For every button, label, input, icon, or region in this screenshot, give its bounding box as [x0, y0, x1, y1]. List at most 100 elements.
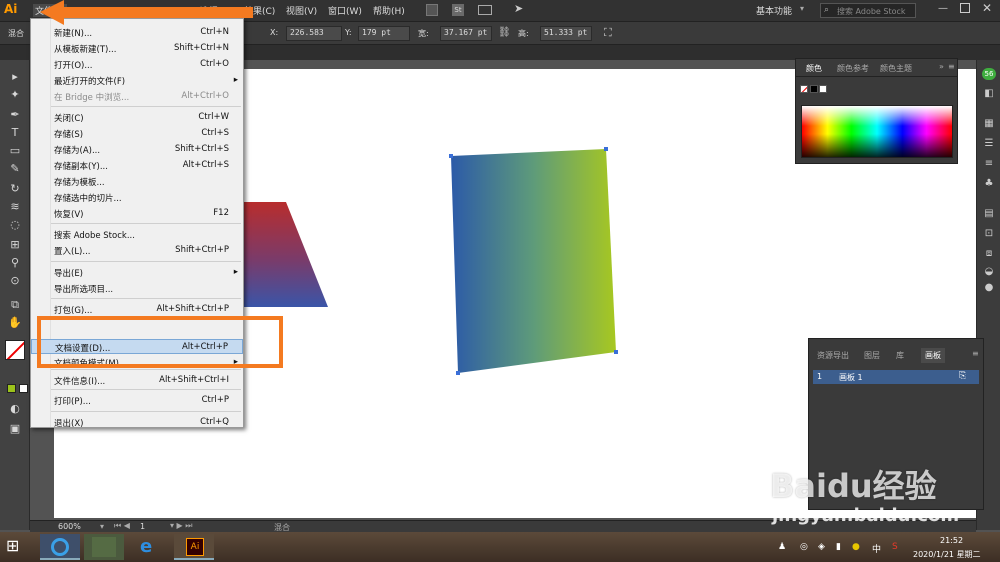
pathfinder-icon[interactable]: ⧈	[982, 248, 996, 260]
width-field[interactable]: 37.167 pt	[440, 26, 492, 41]
graphic-styles-icon[interactable]: ◒	[982, 266, 996, 278]
taskbar-photo-app[interactable]	[84, 534, 124, 560]
menu-item-exit[interactable]: 退出(X) Ctrl+Q	[31, 415, 243, 430]
anchor-point[interactable]	[456, 371, 460, 375]
tab-color[interactable]: 颜色	[806, 63, 822, 74]
menu-item-save[interactable]: 存储(S) Ctrl+S	[31, 126, 243, 141]
panel-expand-icon[interactable]: »	[939, 62, 944, 71]
menu-item-new-from-template[interactable]: 从模板新建(T)... Shift+Ctrl+N	[31, 41, 243, 56]
layers-icon[interactable]: ◧	[982, 88, 996, 100]
panel-menu-icon[interactable]: ≡	[972, 349, 979, 358]
artboard-tool-icon[interactable]: ⧉	[7, 298, 23, 312]
menu-item-revert[interactable]: 恢复(V) F12	[31, 206, 243, 221]
menu-item-open-recent[interactable]: 最近打开的文件(F) ▸	[31, 73, 243, 88]
tab-color-themes[interactable]: 颜色主题	[880, 63, 912, 74]
page-number[interactable]: 1	[140, 522, 145, 531]
tray-user-icon[interactable]: ♟	[778, 542, 786, 552]
minimize-icon[interactable]: —	[938, 3, 948, 14]
tray-volume-icon[interactable]: ◈	[818, 542, 825, 552]
menu-item-search-stock[interactable]: 搜索 Adobe Stock...	[31, 227, 243, 242]
mesh-tool-icon[interactable]: ⊞	[7, 238, 23, 252]
windows-start-icon[interactable]: ⊞	[6, 538, 19, 554]
tab-artboards[interactable]: 画板	[921, 348, 945, 363]
gpu-rocket-icon[interactable]: ➤	[514, 2, 523, 15]
menu-item-file-info[interactable]: 文件信息(I)... Alt+Shift+Ctrl+I	[31, 373, 243, 388]
menu-item-export[interactable]: 导出(E) ▸	[31, 265, 243, 280]
transform-icon[interactable]: ⛶	[604, 26, 612, 40]
height-field[interactable]: 51.333 pt	[540, 26, 592, 41]
menu-item-open[interactable]: 打开(O)... Ctrl+O	[31, 57, 243, 72]
clock-time[interactable]: 21:52	[940, 536, 963, 545]
taskbar-illustrator-app[interactable]: Ai	[174, 534, 214, 560]
zoom-level[interactable]: 600%	[58, 522, 81, 531]
tab-color-guide[interactable]: 颜色参考	[837, 63, 869, 74]
stock-search-field[interactable]: ⌕ 搜索 Adobe Stock	[820, 3, 916, 18]
artboard-row[interactable]: 1 画板 1 ⎘	[813, 370, 979, 384]
color-spectrum[interactable]	[801, 105, 953, 158]
zoom-dropdown-icon[interactable]: ▾	[100, 522, 104, 531]
y-field[interactable]: 179 pt	[358, 26, 410, 41]
arrange-documents-icon[interactable]	[478, 5, 492, 15]
clock-date[interactable]: 2020/1/21 星期二	[913, 549, 981, 560]
menu-view[interactable]: 视图(V)	[286, 4, 317, 17]
tray-ime-icon[interactable]: S	[892, 542, 898, 552]
close-icon[interactable]: ✕	[982, 1, 992, 15]
stroke-icon[interactable]: ≡	[982, 158, 996, 170]
align-icon[interactable]: ▤	[982, 208, 996, 220]
blue-green-shape[interactable]	[451, 149, 616, 373]
x-field[interactable]: 226.583	[286, 26, 342, 41]
screen-mode-icon[interactable]: ▣	[7, 422, 23, 436]
selection-tool-icon[interactable]: ▸	[7, 70, 23, 84]
red-blue-shape[interactable]	[244, 202, 328, 307]
menu-item-place[interactable]: 置入(L)... Shift+Ctrl+P	[31, 243, 243, 258]
tray-app-icon[interactable]: ●	[852, 542, 860, 552]
tray-wifi-icon[interactable]: ▮	[836, 542, 841, 552]
update-badge-icon[interactable]: 56	[982, 68, 996, 80]
swatches-icon[interactable]: ▦	[982, 118, 996, 130]
tab-asset-export[interactable]: 资源导出	[817, 350, 849, 361]
tab-libraries[interactable]: 库	[896, 350, 904, 361]
artboard-options-icon[interactable]: ⎘	[959, 371, 966, 381]
rotate-tool-icon[interactable]: ↻	[7, 182, 23, 196]
anchor-point[interactable]	[449, 154, 453, 158]
menu-item-browse-bridge[interactable]: 在 Bridge 中浏览... Alt+Ctrl+O	[31, 89, 243, 104]
type-tool-icon[interactable]: T	[7, 126, 23, 140]
appearance-icon[interactable]: ●	[982, 282, 996, 294]
none-swatch[interactable]	[800, 85, 808, 93]
magic-wand-icon[interactable]: ✦	[7, 88, 23, 102]
menu-item-save-as-template[interactable]: 存储为模板...	[31, 174, 243, 189]
maximize-icon[interactable]	[960, 3, 970, 13]
symbol-sprayer-icon[interactable]: ⊙	[7, 274, 23, 288]
tab-layers[interactable]: 图层	[864, 350, 880, 361]
menu-item-save-copy[interactable]: 存储副本(Y)... Alt+Ctrl+S	[31, 158, 243, 173]
menu-window[interactable]: 窗口(W)	[328, 4, 362, 17]
taskbar-browser-app[interactable]	[40, 534, 80, 560]
symbols-icon[interactable]: ♣	[982, 178, 996, 190]
workspace-switcher[interactable]: 基本功能	[756, 4, 792, 17]
menu-help[interactable]: 帮助(H)	[373, 4, 405, 17]
tray-network-icon[interactable]: ◎	[800, 542, 808, 552]
anchor-point[interactable]	[604, 147, 608, 151]
brushes-icon[interactable]: ☰	[982, 138, 996, 150]
bridge-icon[interactable]	[426, 4, 438, 16]
menu-item-print[interactable]: 打印(P)... Ctrl+P	[31, 393, 243, 408]
fill-swatch[interactable]	[5, 340, 25, 360]
chevron-down-icon[interactable]: ▾	[800, 4, 804, 13]
eyedropper-icon[interactable]: ⚲	[7, 256, 23, 270]
white-swatch[interactable]	[819, 85, 827, 93]
black-swatch[interactable]	[810, 85, 818, 93]
taskbar-ie-app[interactable]: e	[128, 534, 168, 560]
rectangle-tool-icon[interactable]: ▭	[7, 144, 23, 158]
color-mode-swatch[interactable]	[7, 384, 16, 393]
panel-menu-icon[interactable]: ≡	[948, 62, 955, 71]
brush-tool-icon[interactable]: ✎	[7, 162, 23, 176]
first-page-icon[interactable]: ⏮ ◀	[114, 521, 130, 531]
gradient-mode-swatch[interactable]	[19, 384, 28, 393]
tray-language[interactable]: 中	[872, 542, 881, 555]
draw-mode-icon[interactable]: ◐	[7, 402, 23, 416]
menu-item-save-selected-slices[interactable]: 存储选中的切片...	[31, 190, 243, 205]
warp-tool-icon[interactable]: ≋	[7, 200, 23, 214]
hand-tool-icon[interactable]: ✋	[7, 316, 23, 330]
menu-item-package[interactable]: 打包(G)... Alt+Shift+Ctrl+P	[31, 302, 243, 317]
transform-panel-icon[interactable]: ⊡	[982, 228, 996, 240]
